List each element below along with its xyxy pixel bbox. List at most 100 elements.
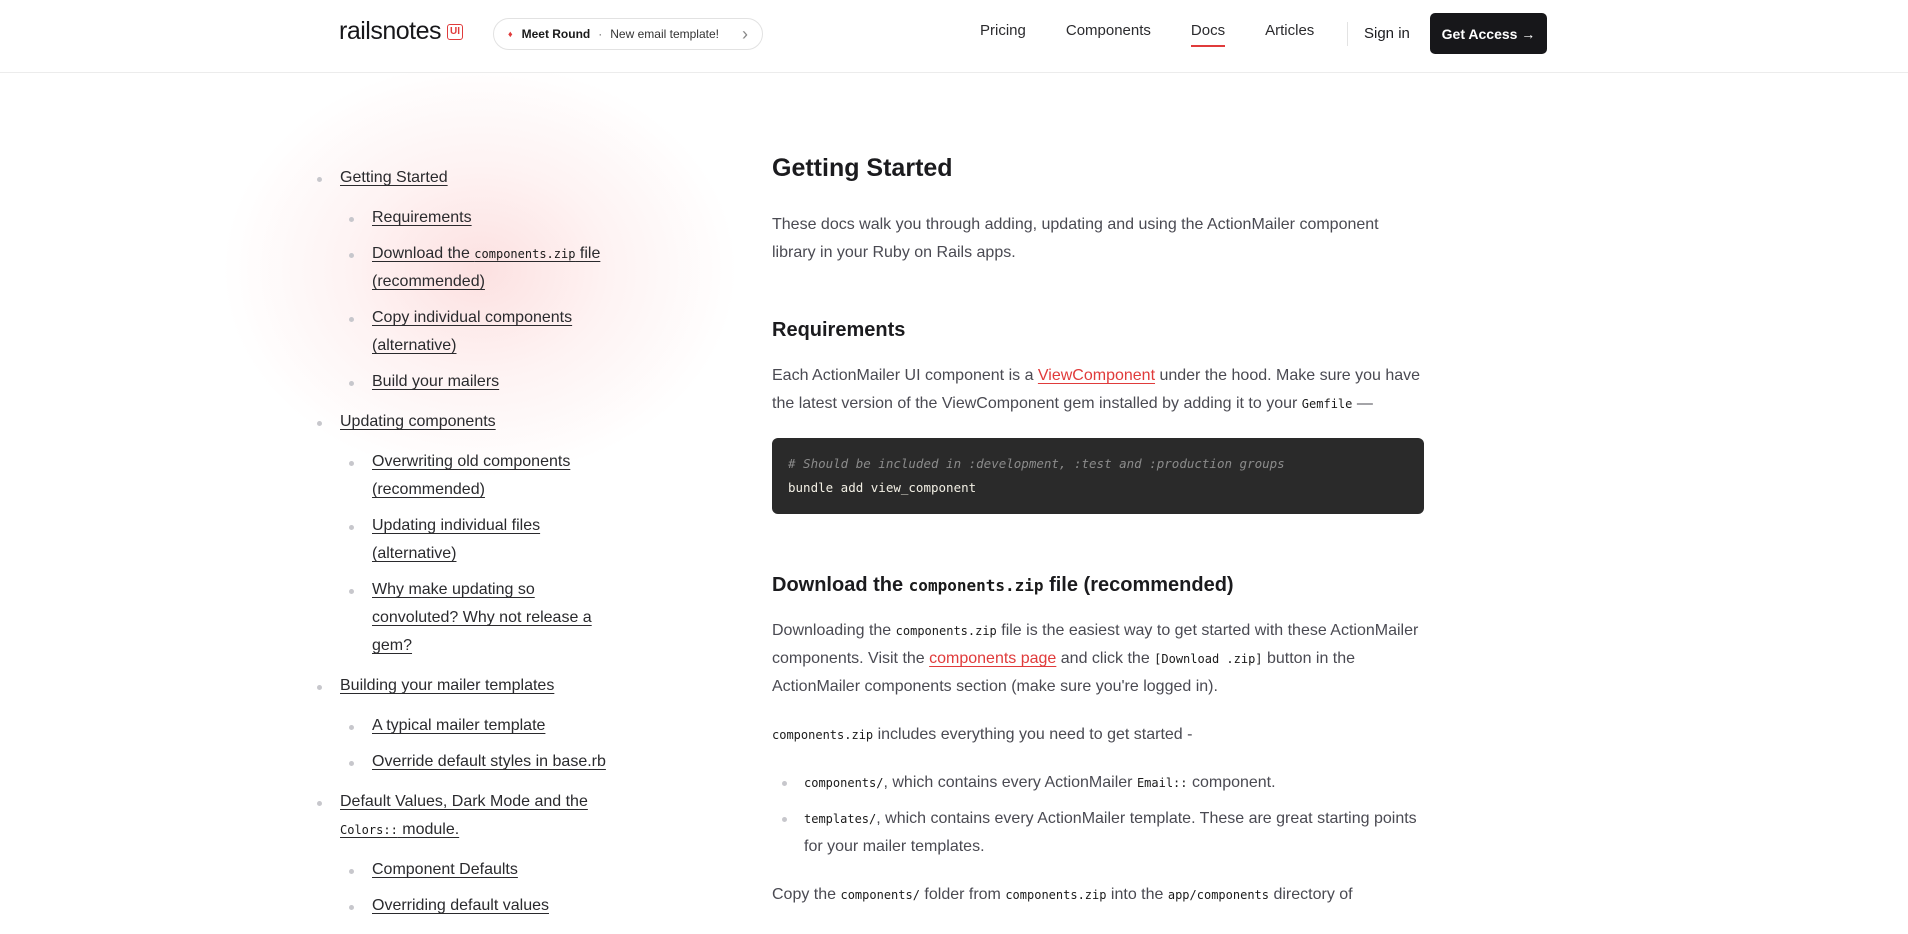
text: Each ActionMailer UI component is a [772, 367, 1038, 384]
zip-contents-paragraph: components.zip includes everything you n… [772, 721, 1424, 749]
toc-item: Overriding default values [340, 892, 645, 920]
text: and click the [1056, 650, 1155, 667]
top-navbar: railsnotes UI ♦ Meet Round · New email t… [0, 0, 1908, 73]
toc-link-overriding-defaults[interactable]: Overriding default values [372, 892, 622, 920]
text: Downloading the [772, 622, 896, 639]
toc-link-overwriting[interactable]: Overwriting old components (recommended) [372, 448, 622, 504]
text: folder from [919, 886, 1006, 903]
text: — [1352, 395, 1373, 412]
toc-link-code: components.zip [474, 247, 576, 261]
inline-code: components.zip [1005, 888, 1107, 902]
toc-link-getting-started[interactable]: Getting Started [340, 164, 645, 192]
toc-link-build-mailers[interactable]: Build your mailers [372, 368, 622, 396]
nav-pricing[interactable]: Pricing [980, 22, 1026, 47]
toc-link-text: module. [397, 821, 460, 838]
toc-item: Copy individual components (alternative) [340, 304, 645, 360]
toc-item: Override default styles in base.rb [340, 748, 645, 776]
text: Copy the [772, 886, 841, 903]
toc-link-code: Colors:: [340, 823, 398, 837]
chevron-right-icon: › [742, 24, 748, 44]
toc-item: Why make updating so convoluted? Why not… [340, 576, 645, 660]
page-title: Getting Started [772, 154, 953, 182]
toc-link-override-styles[interactable]: Override default styles in base.rb [372, 748, 622, 776]
logo-text: railsnotes [339, 17, 442, 45]
announcement-text: New email template! [610, 27, 719, 41]
toc-link-updating-components[interactable]: Updating components [340, 408, 645, 436]
toc-list: Getting Started Requirements Download th… [315, 164, 645, 920]
toc-sublist: Overwriting old components (recommended)… [340, 448, 645, 660]
logo-badge: UI [447, 23, 463, 40]
toc-link-requirements[interactable]: Requirements [372, 204, 622, 232]
toc-link-download-zip[interactable]: Download the components.zip file (recomm… [372, 240, 622, 296]
inline-code: components.zip [895, 624, 997, 638]
viewcomponent-link[interactable]: ViewComponent [1038, 367, 1155, 384]
toc-section: Building your mailer templates A typical… [315, 672, 645, 776]
text: file (recommended) [1043, 574, 1234, 596]
docs-content: Getting Started These docs walk you thro… [772, 154, 1424, 929]
toc-item: Overwriting old components (recommended) [340, 448, 645, 504]
list-item: templates/, which contains every ActionM… [772, 805, 1424, 861]
toc-link-default-values[interactable]: Default Values, Dark Mode and the Colors… [340, 788, 645, 844]
toc-link-text: Default Values, Dark Mode and the [340, 793, 588, 810]
zip-contents-list: components/, which contains every Action… [772, 769, 1424, 861]
toc-link-building-templates[interactable]: Building your mailer templates [340, 672, 645, 700]
text: , which contains every ActionMailer temp… [804, 810, 1417, 855]
toc-item: Updating individual files (alternative) [340, 512, 645, 568]
inline-code: app/components [1167, 888, 1270, 902]
announcement-pill[interactable]: ♦ Meet Round · New email template! › [493, 18, 763, 50]
toc-item: A typical mailer template [340, 712, 645, 740]
text: component. [1187, 774, 1276, 791]
inline-code: components/ [840, 888, 920, 902]
toc-sublist: A typical mailer template Override defau… [340, 712, 645, 776]
toc-item: Component Defaults [340, 856, 645, 884]
announcement-highlight: Meet Round [521, 27, 591, 41]
text: Download the [772, 574, 909, 596]
toc-link-updating-files[interactable]: Updating individual files (alternative) [372, 512, 622, 568]
sign-in-link[interactable]: Sign in [1364, 25, 1410, 42]
logo[interactable]: railsnotes UI [339, 17, 463, 46]
intro-paragraph: These docs walk you through adding, upda… [772, 216, 1379, 261]
toc-section: Default Values, Dark Mode and the Colors… [315, 788, 645, 920]
nav-divider [1347, 22, 1348, 46]
text: into the [1106, 886, 1168, 903]
nav-components[interactable]: Components [1066, 22, 1151, 47]
text: , which contains every ActionMailer [883, 774, 1137, 791]
code-command: bundle add view_component [788, 480, 977, 495]
components-page-link[interactable]: components page [929, 650, 1056, 667]
requirements-paragraph: Each ActionMailer UI component is a View… [772, 362, 1424, 418]
inline-code: templates/ [804, 812, 877, 826]
toc-section: Updating components Overwriting old comp… [315, 408, 645, 660]
requirements-heading: Requirements [772, 319, 906, 341]
copy-paragraph: Copy the components/ folder from compone… [772, 881, 1424, 909]
toc-link-copy-individual[interactable]: Copy individual components (alternative) [372, 304, 622, 360]
get-access-button[interactable]: Get Access → [1430, 13, 1547, 54]
toc-link-text: Download the [372, 245, 475, 262]
code-block: # Should be included in :development, :t… [772, 438, 1424, 514]
announcement-separator: · [598, 27, 603, 41]
text: directory of [1269, 886, 1353, 903]
inline-code: [Download .zip] [1154, 652, 1263, 666]
inline-code: components/ [804, 776, 884, 790]
toc-sublist: Requirements Download the components.zip… [340, 204, 645, 396]
toc-section: Getting Started Requirements Download th… [315, 164, 645, 396]
download-heading: Download the components.zip file (recomm… [772, 574, 1424, 597]
docs-sidebar: Getting Started Requirements Download th… [315, 164, 645, 932]
toc-item: Requirements [340, 204, 645, 232]
toc-link-why-convoluted[interactable]: Why make updating so convoluted? Why not… [372, 576, 622, 660]
toc-link-typical-template[interactable]: A typical mailer template [372, 712, 622, 740]
code-comment: # Should be included in :development, :t… [788, 456, 1285, 471]
list-item: components/, which contains every Action… [772, 769, 1424, 797]
nav-articles[interactable]: Articles [1265, 22, 1314, 47]
inline-code: components.zip [908, 576, 1044, 595]
text: includes everything you need to get star… [873, 726, 1193, 743]
download-paragraph: Downloading the components.zip file is t… [772, 617, 1424, 701]
inline-code: Email:: [1136, 776, 1188, 790]
main-nav: Pricing Components Docs Articles [980, 22, 1354, 47]
toc-item: Build your mailers [340, 368, 645, 396]
toc-link-component-defaults[interactable]: Component Defaults [372, 856, 622, 884]
nav-docs[interactable]: Docs [1190, 22, 1226, 47]
inline-code: components.zip [772, 728, 874, 742]
toc-item: Download the components.zip file (recomm… [340, 240, 645, 296]
toc-sublist: Component Defaults Overriding default va… [340, 856, 645, 920]
inline-code: Gemfile [1301, 397, 1353, 411]
